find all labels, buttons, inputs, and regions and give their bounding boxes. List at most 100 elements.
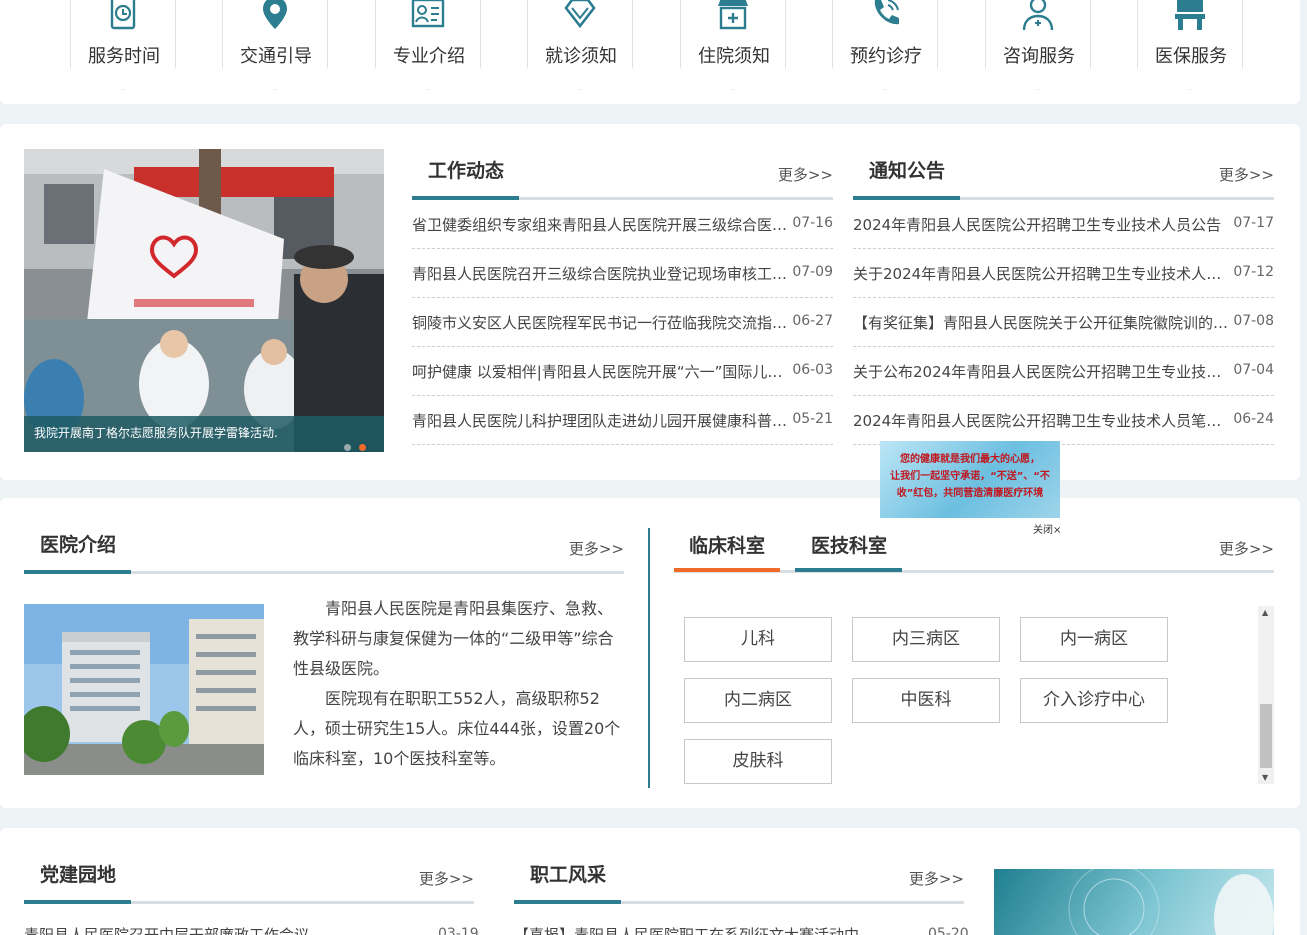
staff-first-date: 05-20 bbox=[928, 926, 969, 935]
desk-icon bbox=[1175, 0, 1205, 30]
promo-banner-image[interactable] bbox=[994, 869, 1274, 935]
service-hours-button[interactable]: 服务时间 bbox=[70, 0, 176, 90]
notice-title: 关于公布2024年青阳县人民医院公开招聘卫生专业技术人员 bbox=[853, 363, 1225, 381]
news-item[interactable]: 青阳县人民医院儿科护理团队走进幼儿园开展健康科普活动 05-21 bbox=[412, 396, 833, 445]
intro-header: 医院介绍 更多>> bbox=[24, 522, 624, 574]
service-label: 服务时间 bbox=[88, 46, 160, 67]
party-first-item[interactable]: 青阳县人民医院召开中层干部廉政工作会议 bbox=[24, 924, 309, 935]
news-date: 05-21 bbox=[792, 411, 833, 427]
service-label: 交通引导 bbox=[240, 46, 312, 67]
notices-title: 通知公告 bbox=[869, 160, 946, 182]
intro-panel: 医院介绍 更多>> 青阳县人民医院是青阳县集医疗、急救、教学科研与康复保健为一体… bbox=[0, 498, 1300, 808]
title-underline bbox=[24, 900, 131, 904]
diamond-icon bbox=[564, 0, 596, 29]
volunteer-photo bbox=[24, 149, 384, 452]
dept-button[interactable]: 皮肤科 bbox=[684, 739, 832, 784]
hospital-building-photo bbox=[24, 604, 264, 775]
tab-medtech-bar bbox=[795, 568, 902, 572]
work-news-header: 工作动态 更多>> bbox=[412, 148, 833, 200]
news-item[interactable]: 青阳县人民医院召开三级综合医院执业登记现场审核工作会议 07-09 bbox=[412, 249, 833, 298]
map-pin-icon bbox=[263, 0, 287, 29]
work-news-list: 省卫健委组织专家组来青阳县人民医院开展三级综合医院评审 07-16 青阳县人民医院… bbox=[412, 200, 833, 445]
staff-column: 职工风采 更多>> bbox=[514, 852, 964, 904]
integrity-float-ad[interactable]: 您的健康就是我们最大的心愿， 让我们一起坚守承诺，“不送”、“不 收”红包，共同… bbox=[880, 441, 1060, 518]
staff-first-item[interactable]: 【喜报】青阳县人民医院职工在系列征文大赛活动中 bbox=[514, 924, 859, 935]
carousel-dot-active[interactable] bbox=[359, 444, 366, 451]
dept-button[interactable]: 内二病区 bbox=[684, 678, 832, 723]
departments-more-link[interactable]: 更多>> bbox=[1219, 538, 1274, 559]
visit-notice-button[interactable]: 就诊须知 bbox=[527, 0, 633, 90]
party-more-link[interactable]: 更多>> bbox=[419, 868, 474, 889]
float-ad-close-button[interactable]: 关闭× bbox=[1033, 521, 1061, 536]
inpatient-notice-button[interactable]: 住院须知 bbox=[680, 0, 786, 90]
intro-more-link[interactable]: 更多>> bbox=[569, 538, 624, 559]
dept-button[interactable]: 中医科 bbox=[852, 678, 1000, 723]
news-date: 07-09 bbox=[792, 264, 833, 280]
notice-title: 2024年青阳县人民医院公开招聘卫生专业技术人员公告 bbox=[853, 216, 1222, 234]
notice-item[interactable]: 【有奖征集】青阳县人民医院关于公开征集院徽院训的公告 07-08 bbox=[853, 298, 1274, 347]
float-ad-line: 收”红包，共同营造清廉医疗环境 bbox=[896, 488, 1044, 499]
title-underline bbox=[514, 900, 621, 904]
party-column: 党建园地 更多>> bbox=[24, 852, 474, 904]
notice-date: 07-17 bbox=[1233, 215, 1274, 231]
notice-title: 【有奖征集】青阳县人民医院关于公开征集院徽院训的公告 bbox=[853, 314, 1235, 332]
notice-item[interactable]: 2024年青阳县人民医院公开招聘卫生专业技术人员笔试公告 06-24 bbox=[853, 396, 1274, 445]
notices-list: 2024年青阳县人民医院公开招聘卫生专业技术人员公告 07-17 关于2024年青… bbox=[853, 200, 1274, 445]
consult-service-button[interactable]: 咨询服务 bbox=[985, 0, 1091, 90]
dept-button[interactable]: 内一病区 bbox=[1020, 617, 1168, 662]
profile-card-icon bbox=[411, 0, 445, 28]
news-date: 06-27 bbox=[792, 313, 833, 329]
carousel-caption: 我院开展南丁格尔志愿服务队开展学雷锋活动. bbox=[24, 416, 384, 452]
service-label: 住院须知 bbox=[698, 46, 770, 67]
news-item[interactable]: 省卫健委组织专家组来青阳县人民医院开展三级综合医院评审 07-16 bbox=[412, 200, 833, 249]
notice-date: 07-08 bbox=[1233, 313, 1274, 329]
notice-item[interactable]: 关于公布2024年青阳县人民医院公开招聘卫生专业技术人员 07-04 bbox=[853, 347, 1274, 396]
news-title: 青阳县人民医院召开三级综合医院执业登记现场审核工作会议 bbox=[412, 265, 794, 283]
section-divider bbox=[648, 528, 650, 788]
tab-medtech-depts[interactable]: 医技科室 bbox=[811, 531, 887, 558]
doctor-icon bbox=[1022, 0, 1054, 31]
notice-item[interactable]: 2024年青阳县人民医院公开招聘卫生专业技术人员公告 07-17 bbox=[853, 200, 1274, 249]
staff-more-link[interactable]: 更多>> bbox=[909, 868, 964, 889]
scroll-up-icon[interactable]: ▲ bbox=[1262, 608, 1268, 617]
scroll-down-icon[interactable]: ▼ bbox=[1262, 773, 1268, 782]
news-title: 省卫健委组织专家组来青阳县人民医院开展三级综合医院评审 bbox=[412, 216, 790, 234]
insurance-service-button[interactable]: 医保服务 bbox=[1137, 0, 1243, 90]
work-news-more-link[interactable]: 更多>> bbox=[778, 164, 833, 185]
news-item[interactable]: 呵护健康 以爱相伴|青阳县人民医院开展“六一”国际儿童节活动 06-03 bbox=[412, 347, 833, 396]
specialty-intro-button[interactable]: 专业介绍 bbox=[375, 0, 481, 90]
party-header: 党建园地 更多>> bbox=[24, 852, 474, 904]
carousel-dot[interactable] bbox=[344, 444, 351, 451]
tab-clinical-active-bar bbox=[674, 568, 780, 572]
dept-button[interactable]: 儿科 bbox=[684, 617, 832, 662]
news-panel: 我院开展南丁格尔志愿服务队开展学雷锋活动. 工作动态 更多>> 省卫健委组织专家… bbox=[0, 124, 1300, 480]
notice-date: 07-04 bbox=[1233, 362, 1274, 378]
notice-date: 07-12 bbox=[1233, 264, 1274, 280]
bottom-panel: 党建园地 更多>> 青阳县人民医院召开中层干部廉政工作会议 03-19 职工风采… bbox=[0, 828, 1300, 935]
news-carousel[interactable]: 我院开展南丁格尔志愿服务队开展学雷锋活动. bbox=[24, 149, 384, 452]
traffic-guide-button[interactable]: 交通引导 bbox=[222, 0, 328, 90]
staff-title: 职工风采 bbox=[530, 864, 607, 886]
notice-item[interactable]: 关于2024年青阳县人民医院公开招聘卫生专业技术人员的通知 07-12 bbox=[853, 249, 1274, 298]
party-title: 党建园地 bbox=[40, 864, 117, 886]
dept-button[interactable]: 介入诊疗中心 bbox=[1020, 678, 1168, 723]
service-label: 就诊须知 bbox=[545, 46, 617, 67]
service-label: 医保服务 bbox=[1155, 46, 1227, 67]
news-title: 青阳县人民医院儿科护理团队走进幼儿园开展健康科普活动 bbox=[412, 412, 792, 430]
phone-icon bbox=[874, 0, 899, 25]
notices-more-link[interactable]: 更多>> bbox=[1219, 164, 1274, 185]
notices-column: 通知公告 更多>> 2024年青阳县人民医院公开招聘卫生专业技术人员公告 07-1… bbox=[853, 148, 1274, 445]
title-underline bbox=[24, 570, 131, 574]
notice-title: 关于2024年青阳县人民医院公开招聘卫生专业技术人员的通知 bbox=[853, 265, 1225, 283]
dept-scrollbar[interactable]: ▲ ▼ bbox=[1258, 606, 1274, 784]
notice-date: 06-24 bbox=[1233, 411, 1274, 427]
intro-paragraph: 医院现有在职职工552人，高级职称52人，硕士研究生15人。床位444张，设置2… bbox=[293, 689, 621, 768]
dept-button[interactable]: 内三病区 bbox=[852, 617, 1000, 662]
appointment-button[interactable]: 预约诊疗 bbox=[832, 0, 938, 90]
news-item[interactable]: 铜陵市义安区人民医院程军民书记一行莅临我院交流指导工作 06-27 bbox=[412, 298, 833, 347]
tab-clinical-depts[interactable]: 临床科室 bbox=[689, 531, 765, 558]
notice-title: 2024年青阳县人民医院公开招聘卫生专业技术人员笔试公告 bbox=[853, 412, 1225, 430]
intro-title: 医院介绍 bbox=[40, 534, 117, 556]
carousel-dots bbox=[336, 430, 366, 452]
scroll-thumb[interactable] bbox=[1260, 704, 1272, 768]
